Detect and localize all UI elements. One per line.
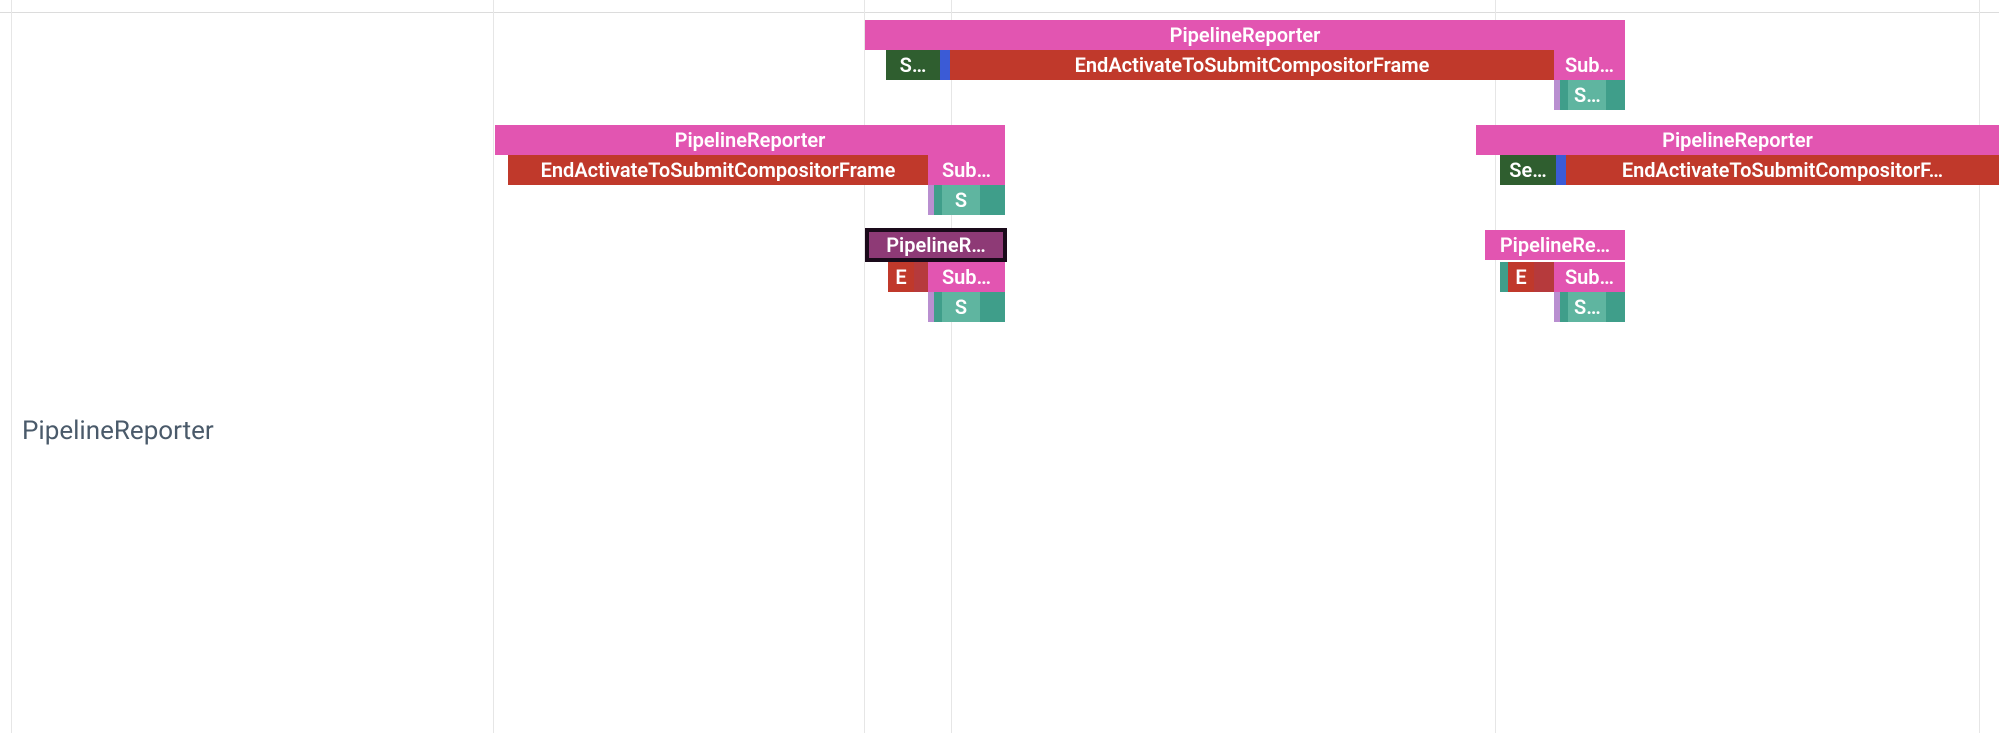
- track-label: PipelineReporter: [22, 416, 214, 446]
- slice-end-activate-short[interactable]: E: [1508, 262, 1534, 292]
- slice-s[interactable]: S…: [1568, 292, 1606, 322]
- slice-send-begin-frame[interactable]: S…: [886, 50, 940, 80]
- slice-send-begin-frame[interactable]: Se…: [1500, 155, 1556, 185]
- slice-end-activate[interactable]: EndActivateToSubmitCompositorF…: [1566, 155, 1999, 185]
- slice-submit[interactable]: Sub…: [1554, 262, 1625, 292]
- slice-pipeline-reporter-selected[interactable]: PipelineR…: [867, 230, 1005, 260]
- trace-viewport[interactable]: PipelineReporter PipelineReporter S… End…: [0, 0, 1999, 733]
- slice-submit[interactable]: Sub…: [1554, 50, 1625, 80]
- slice-pipeline-reporter[interactable]: PipelineReporter: [495, 125, 1005, 155]
- slice-segment[interactable]: [1606, 80, 1625, 110]
- gridline: [951, 0, 952, 733]
- slice-s[interactable]: S: [942, 292, 980, 322]
- slice-submit[interactable]: Sub…: [928, 262, 1005, 292]
- gridline: [1495, 0, 1496, 733]
- slice-segment[interactable]: [1534, 262, 1554, 292]
- slice-submit[interactable]: Sub…: [928, 155, 1005, 185]
- slice-segment[interactable]: [1606, 292, 1625, 322]
- slice-s[interactable]: S…: [1568, 80, 1606, 110]
- top-rule: [0, 12, 1999, 13]
- slice-end-activate[interactable]: EndActivateToSubmitCompositorFrame: [508, 155, 928, 185]
- slice-segment[interactable]: [980, 185, 1005, 215]
- gridline: [493, 0, 494, 733]
- gridline: [864, 0, 865, 733]
- slice-s[interactable]: S: [942, 185, 980, 215]
- gridline: [1979, 0, 1980, 733]
- gridline: [11, 0, 12, 733]
- slice-pipeline-reporter[interactable]: PipelineReporter: [1476, 125, 1999, 155]
- slice-segment[interactable]: [980, 292, 1005, 322]
- slice-end-activate-short[interactable]: E: [888, 262, 914, 292]
- slice-segment[interactable]: [914, 262, 928, 292]
- slice-pipeline-reporter[interactable]: PipelineRe…: [1485, 230, 1625, 260]
- slice-pipeline-reporter[interactable]: PipelineReporter: [865, 20, 1625, 50]
- slice-end-activate[interactable]: EndActivateToSubmitCompositorFrame: [950, 50, 1554, 80]
